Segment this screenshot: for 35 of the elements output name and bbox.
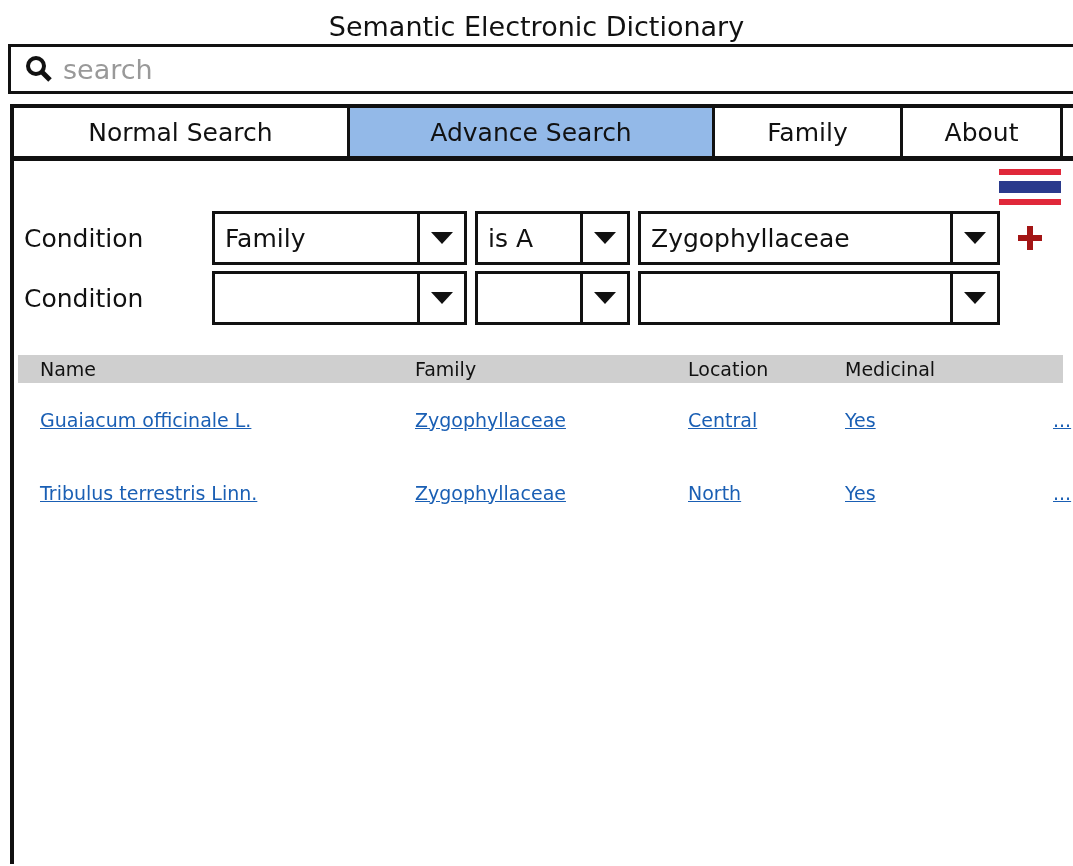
- dropdown[interactable]: [475, 271, 630, 325]
- search-icon: [25, 55, 53, 83]
- more-link[interactable]: ...: [1053, 481, 1072, 504]
- condition-label: Condition: [24, 223, 145, 253]
- dropdown[interactable]: [212, 271, 467, 325]
- dropdown-arrow-icon: [964, 292, 986, 304]
- table-link[interactable]: Zygophyllaceae: [415, 408, 566, 431]
- dropdown[interactable]: is A: [475, 211, 630, 265]
- condition-label: Condition: [24, 283, 145, 313]
- dropdown-arrow-icon: [594, 232, 616, 244]
- table-link[interactable]: Yes: [845, 481, 876, 504]
- dropdown-arrow-icon: [594, 292, 616, 304]
- more-link[interactable]: ...: [1053, 408, 1072, 431]
- search-bar[interactable]: search: [8, 44, 1073, 94]
- dropdown[interactable]: [638, 271, 1000, 325]
- table-link[interactable]: Zygophyllaceae: [415, 481, 566, 504]
- table-link[interactable]: Yes: [845, 408, 876, 431]
- table-link[interactable]: Tribulus terrestris Linn.: [40, 481, 258, 504]
- window-title: Semantic Electronic Dictionary: [327, 10, 746, 44]
- column-header: Name: [40, 358, 98, 380]
- dropdown-arrow-icon: [431, 232, 453, 244]
- column-header: Location: [688, 358, 770, 380]
- column-header: Medicinal: [845, 358, 937, 380]
- table-link[interactable]: North: [688, 481, 742, 504]
- column-header: Family: [415, 358, 478, 380]
- dropdown-arrow-icon: [964, 232, 986, 244]
- dropdown-arrow-icon: [431, 292, 453, 304]
- table-link[interactable]: Guaiacum officinale L.: [40, 408, 252, 431]
- tab[interactable]: Advance Search: [350, 108, 715, 156]
- dropdown[interactable]: Zygophyllaceae: [638, 211, 1000, 265]
- flag-icon[interactable]: [999, 169, 1061, 205]
- search-field[interactable]: search: [61, 52, 1073, 86]
- dropdown[interactable]: Family: [212, 211, 467, 265]
- table-link[interactable]: Central: [688, 408, 758, 431]
- add-icon[interactable]: [1018, 226, 1042, 250]
